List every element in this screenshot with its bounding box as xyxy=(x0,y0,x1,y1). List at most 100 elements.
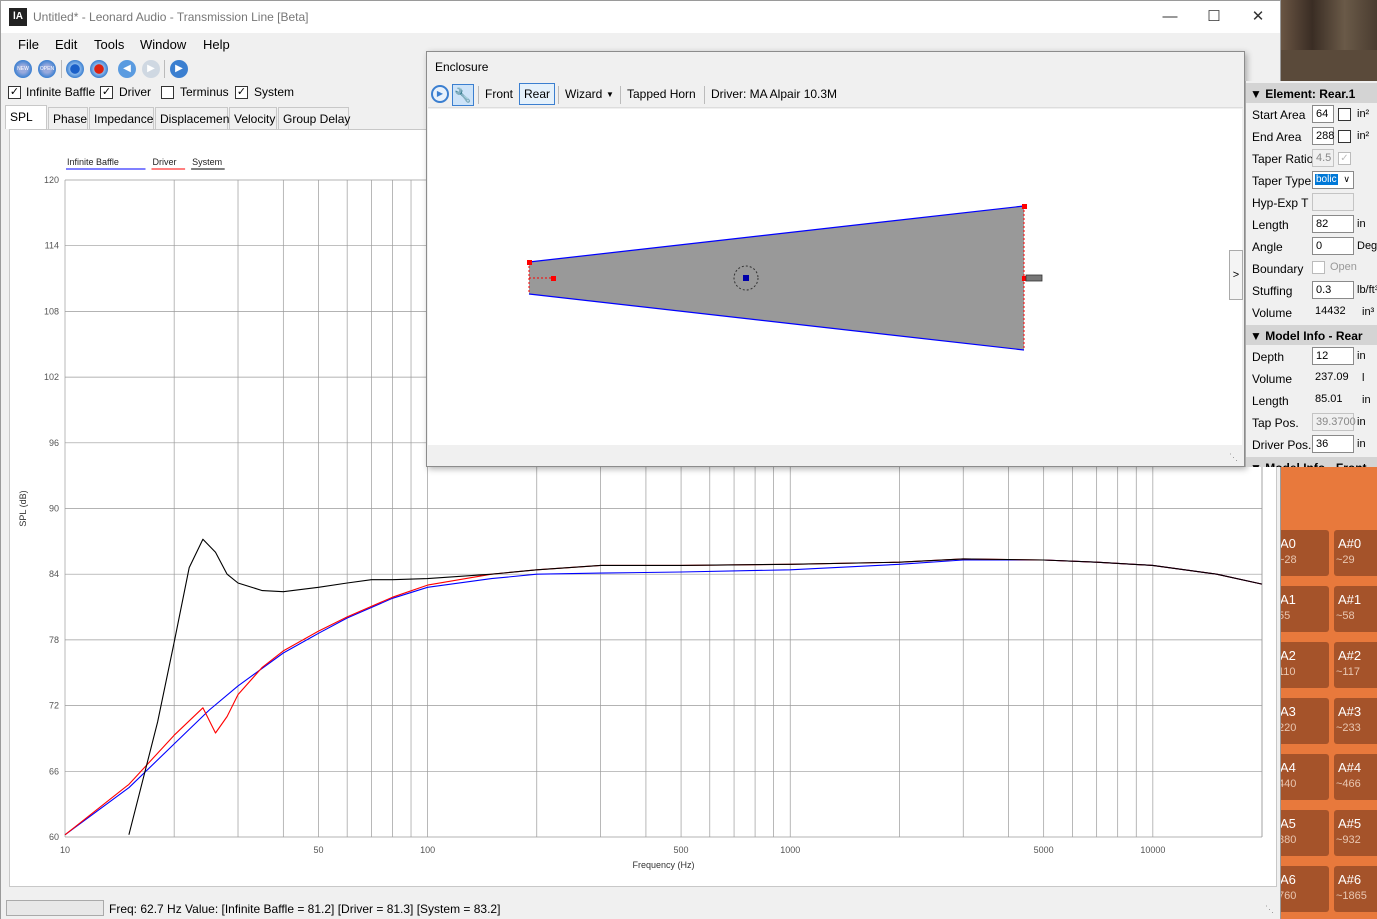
tab-spl[interactable]: SPL xyxy=(5,105,47,129)
app-icon: lA xyxy=(9,8,27,26)
series-line-driver[interactable] xyxy=(64,558,1263,836)
close-icon[interactable]: ✕ xyxy=(1235,5,1281,29)
wrench-icon[interactable]: 🔧 xyxy=(452,84,474,106)
rear-button[interactable]: Rear xyxy=(519,83,556,105)
y-tick-label: 90 xyxy=(49,504,59,514)
piano-key-a-sharp6[interactable]: A#6 ~1865 xyxy=(1334,866,1377,912)
boundary-checkbox[interactable] xyxy=(1312,261,1325,274)
piano-key-a0[interactable]: A0 ~28 xyxy=(1276,530,1329,576)
element-angle-unit: Deg xyxy=(1357,240,1377,252)
y-tick-label: 78 xyxy=(49,635,59,645)
y-tick-label: 96 xyxy=(49,438,59,448)
piano-key-frequency: ~58 xyxy=(1336,610,1355,622)
element-start-area-label: Start Area xyxy=(1252,108,1306,122)
piano-key-a-sharp5[interactable]: A#5 ~932 xyxy=(1334,810,1377,856)
tab-velocity[interactable]: Velocity xyxy=(229,107,277,129)
element-angle-field[interactable]: 0 xyxy=(1312,237,1354,255)
minimize-icon[interactable]: — xyxy=(1147,5,1193,29)
enclosure-title: Enclosure xyxy=(435,60,489,74)
tab-impedance[interactable]: Impedance xyxy=(89,107,154,129)
menu-file[interactable]: File xyxy=(18,37,39,52)
model-info-rear-header[interactable]: ▼ Model Info - Rear xyxy=(1246,325,1377,345)
maximize-icon[interactable]: ☐ xyxy=(1191,5,1237,29)
piano-key-a3[interactable]: A3 220 xyxy=(1276,698,1329,744)
piano-key-a4[interactable]: A4 440 xyxy=(1276,754,1329,800)
piano-key-note: A2 xyxy=(1280,648,1296,663)
series-line-system[interactable] xyxy=(128,538,1263,835)
record-red-button[interactable] xyxy=(90,60,108,78)
element-start-area-checkbox[interactable] xyxy=(1338,108,1351,121)
menu-tools[interactable]: Tools xyxy=(94,37,124,52)
piano-key-a-sharp1[interactable]: A#1 ~58 xyxy=(1334,586,1377,632)
menu-edit[interactable]: Edit xyxy=(55,37,77,52)
step-forward-icon[interactable]: ▶ xyxy=(142,60,160,78)
resize-grip-icon[interactable]: ⋱ xyxy=(1265,904,1274,915)
play-icon[interactable]: ▶ xyxy=(170,60,188,78)
piano-key-a-sharp3[interactable]: A#3 ~233 xyxy=(1334,698,1377,744)
element-stuffing-field[interactable]: 0.3 xyxy=(1312,281,1354,299)
wizard-dropdown[interactable]: Wizard xyxy=(565,87,602,101)
legend-entry[interactable]: System xyxy=(192,157,222,167)
element-volume-label: Volume xyxy=(1252,306,1293,320)
piano-key-a-sharp0[interactable]: A#0 ~29 xyxy=(1334,530,1377,576)
piano-key-a1[interactable]: A1 55 xyxy=(1276,586,1329,632)
throat-top-handle[interactable] xyxy=(527,260,532,265)
element-start-area-field[interactable]: 64 xyxy=(1312,105,1334,123)
tab-group-delay[interactable]: Group Delay xyxy=(278,107,350,129)
element-volume-value: 14432 xyxy=(1315,305,1346,317)
menu-window[interactable]: Window xyxy=(140,37,186,52)
element-section-header[interactable]: ▼ Element: Rear.1 xyxy=(1246,83,1377,103)
element-length-field[interactable]: 82 xyxy=(1312,215,1354,233)
piano-key-note: A4 xyxy=(1280,760,1296,775)
y-tick-label: 84 xyxy=(49,569,59,579)
element-stuffing-unit: lb/ft³ xyxy=(1357,284,1377,296)
model-driver-pos-unit: in xyxy=(1357,438,1366,450)
piano-key-frequency: ~233 xyxy=(1336,722,1361,734)
throat-center-handle[interactable] xyxy=(551,276,556,281)
tab-displacement[interactable]: Displacement xyxy=(155,107,233,129)
piano-key-frequency: ~932 xyxy=(1336,834,1361,846)
horn-shape[interactable] xyxy=(529,206,1024,350)
element-end-area-field[interactable]: 288 xyxy=(1312,127,1334,145)
model-driver-pos-field[interactable]: 36 xyxy=(1312,435,1354,453)
play-icon[interactable]: ▶ xyxy=(431,85,449,103)
enclosure-drawing[interactable] xyxy=(428,109,1242,445)
record-blue-button[interactable] xyxy=(66,60,84,78)
expand-panel-button[interactable]: > xyxy=(1229,250,1243,300)
model-info-front-header[interactable]: ▼ Model Info - Front xyxy=(1246,457,1377,467)
legend-entry[interactable]: Driver xyxy=(153,157,177,167)
element-taper-ratio-label: Taper Ratio xyxy=(1252,152,1314,166)
piano-key-a6[interactable]: A6 760 xyxy=(1276,866,1329,912)
menu-help[interactable]: Help xyxy=(203,37,230,52)
new-file-button[interactable]: NEW xyxy=(14,60,32,78)
system-checkbox[interactable]: ✓ xyxy=(235,86,248,99)
piano-key-a-sharp2[interactable]: A#2 ~117 xyxy=(1334,642,1377,688)
infinite-baffle-checkbox[interactable]: ✓ xyxy=(8,86,21,99)
port-stub xyxy=(1025,274,1043,282)
mouth-top-handle[interactable] xyxy=(1022,204,1027,209)
driver-name-label[interactable]: Driver: MA Alpair 10.3M xyxy=(711,87,837,101)
resize-grip-icon[interactable]: ⋱ xyxy=(1229,452,1238,463)
model-length-unit: in xyxy=(1362,394,1371,406)
terminus-checkbox[interactable] xyxy=(161,86,174,99)
element-length-label: Length xyxy=(1252,218,1289,232)
enclosure-type-label[interactable]: Tapped Horn xyxy=(627,87,696,101)
piano-key-a-sharp4[interactable]: A#4 ~466 xyxy=(1334,754,1377,800)
piano-key-a2[interactable]: A2 110 xyxy=(1276,642,1329,688)
element-end-area-checkbox[interactable] xyxy=(1338,130,1351,143)
model-depth-field[interactable]: 12 xyxy=(1312,347,1354,365)
front-button[interactable]: Front xyxy=(485,87,513,101)
legend-entry[interactable]: Infinite Baffle xyxy=(67,157,119,167)
driver-position-handle[interactable] xyxy=(743,275,749,281)
chevron-down-icon[interactable]: ▼ xyxy=(606,90,614,99)
piano-key-a5[interactable]: A5 880 xyxy=(1276,810,1329,856)
system-label: System xyxy=(254,85,295,99)
taper-type-dropdown[interactable]: bolic ∨ xyxy=(1312,171,1354,189)
enclosure-canvas[interactable] xyxy=(428,109,1242,445)
open-file-button[interactable]: OPEN xyxy=(38,60,56,78)
tab-phase[interactable]: Phase xyxy=(48,107,88,129)
piano-key-note: A#3 xyxy=(1338,704,1362,719)
series-line-infinite-baffle[interactable] xyxy=(64,559,1263,836)
driver-checkbox[interactable]: ✓ xyxy=(100,86,113,99)
step-back-icon[interactable]: ◀ xyxy=(118,60,136,78)
